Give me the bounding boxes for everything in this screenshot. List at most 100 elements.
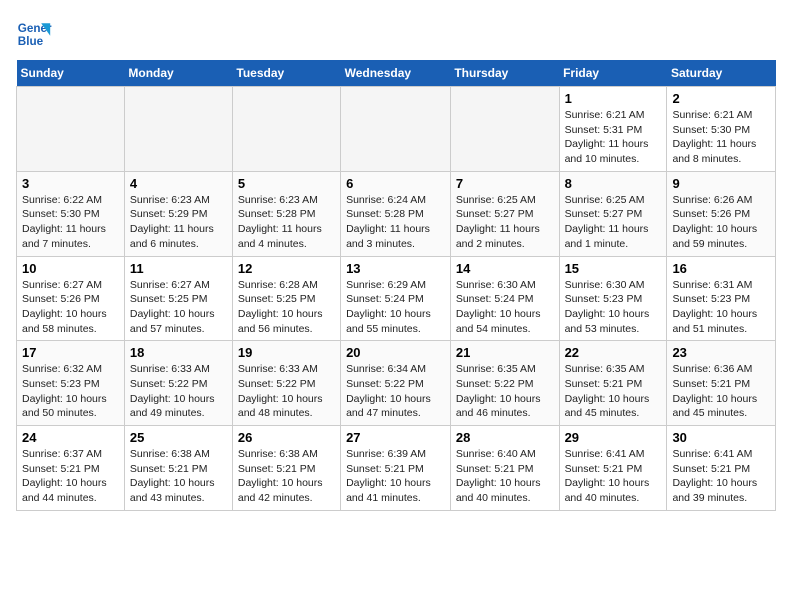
day-number: 24: [22, 430, 119, 445]
calendar-cell: [341, 87, 451, 172]
calendar-cell: [124, 87, 232, 172]
day-number: 17: [22, 345, 119, 360]
calendar-table: SundayMondayTuesdayWednesdayThursdayFrid…: [16, 60, 776, 511]
day-number: 8: [565, 176, 662, 191]
weekday-header: Saturday: [667, 60, 776, 87]
calendar-cell: 18Sunrise: 6:33 AM Sunset: 5:22 PM Dayli…: [124, 341, 232, 426]
calendar-cell: 22 Sunrise: 6:35 AM Sunset: 5:21 PM Dayli…: [559, 341, 667, 426]
day-info: Sunrise: 6:24 AM Sunset: 5:28 PM Dayligh…: [346, 193, 445, 252]
calendar-cell: 24 Sunrise: 6:37 AM Sunset: 5:21 PM Dayli…: [17, 426, 125, 511]
weekday-header-row: SundayMondayTuesdayWednesdayThursdayFrid…: [17, 60, 776, 87]
calendar-cell: 19 Sunrise: 6:33 AM Sunset: 5:22 PM Dayli…: [232, 341, 340, 426]
day-number: 4: [130, 176, 227, 191]
day-info: Sunrise: 6:39 AM Sunset: 5:21 PM Dayligh…: [346, 447, 445, 506]
day-number: 27: [346, 430, 445, 445]
day-number: 11: [130, 261, 227, 276]
calendar-cell: 12Sunrise: 6:28 AM Sunset: 5:25 PM Dayli…: [232, 256, 340, 341]
day-number: 9: [672, 176, 770, 191]
logo-icon: General Blue: [16, 16, 52, 52]
day-number: 16: [672, 261, 770, 276]
day-number: 10: [22, 261, 119, 276]
day-info: Sunrise: 6:33 AM Sunset: 5:22 PM Dayligh…: [238, 362, 335, 421]
calendar-week-row: 3 Sunrise: 6:22 AM Sunset: 5:30 PM Daylig…: [17, 171, 776, 256]
day-info: Sunrise: 6:35 AM Sunset: 5:22 PM Dayligh…: [456, 362, 554, 421]
day-info: Sunrise: 6:36 AM Sunset: 5:21 PM Dayligh…: [672, 362, 770, 421]
calendar-cell: 15Sunrise: 6:30 AM Sunset: 5:23 PM Dayli…: [559, 256, 667, 341]
day-info: Sunrise: 6:35 AM Sunset: 5:21 PM Dayligh…: [565, 362, 662, 421]
page-header: General Blue: [16, 16, 776, 52]
calendar-cell: 8 Sunrise: 6:25 AM Sunset: 5:27 PM Daylig…: [559, 171, 667, 256]
day-info: Sunrise: 6:27 AM Sunset: 5:25 PM Dayligh…: [130, 278, 227, 337]
logo: General Blue: [16, 16, 52, 52]
day-info: Sunrise: 6:21 AM Sunset: 5:30 PM Dayligh…: [672, 108, 770, 167]
calendar-cell: 2 Sunrise: 6:21 AM Sunset: 5:30 PM Daylig…: [667, 87, 776, 172]
day-info: Sunrise: 6:23 AM Sunset: 5:29 PM Dayligh…: [130, 193, 227, 252]
calendar-cell: 6 Sunrise: 6:24 AM Sunset: 5:28 PM Daylig…: [341, 171, 451, 256]
day-number: 6: [346, 176, 445, 191]
day-info: Sunrise: 6:38 AM Sunset: 5:21 PM Dayligh…: [238, 447, 335, 506]
calendar-cell: 25 Sunrise: 6:38 AM Sunset: 5:21 PM Dayli…: [124, 426, 232, 511]
day-info: Sunrise: 6:25 AM Sunset: 5:27 PM Dayligh…: [456, 193, 554, 252]
calendar-week-row: 1 Sunrise: 6:21 AM Sunset: 5:31 PM Daylig…: [17, 87, 776, 172]
day-info: Sunrise: 6:31 AM Sunset: 5:23 PM Dayligh…: [672, 278, 770, 337]
day-number: 3: [22, 176, 119, 191]
day-info: Sunrise: 6:21 AM Sunset: 5:31 PM Dayligh…: [565, 108, 662, 167]
calendar-cell: 27 Sunrise: 6:39 AM Sunset: 5:21 PM Dayli…: [341, 426, 451, 511]
day-info: Sunrise: 6:37 AM Sunset: 5:21 PM Dayligh…: [22, 447, 119, 506]
day-number: 1: [565, 91, 662, 106]
calendar-week-row: 10 Sunrise: 6:27 AM Sunset: 5:26 PM Dayli…: [17, 256, 776, 341]
calendar-cell: 29 Sunrise: 6:41 AM Sunset: 5:21 PM Dayli…: [559, 426, 667, 511]
day-info: Sunrise: 6:32 AM Sunset: 5:23 PM Dayligh…: [22, 362, 119, 421]
calendar-cell: 30 Sunrise: 6:41 AM Sunset: 5:21 PM Dayli…: [667, 426, 776, 511]
calendar-cell: 28Sunrise: 6:40 AM Sunset: 5:21 PM Dayli…: [450, 426, 559, 511]
day-info: Sunrise: 6:38 AM Sunset: 5:21 PM Dayligh…: [130, 447, 227, 506]
calendar-cell: 16 Sunrise: 6:31 AM Sunset: 5:23 PM Dayli…: [667, 256, 776, 341]
svg-text:Blue: Blue: [18, 35, 44, 48]
calendar-cell: 1 Sunrise: 6:21 AM Sunset: 5:31 PM Daylig…: [559, 87, 667, 172]
calendar-cell: 5 Sunrise: 6:23 AM Sunset: 5:28 PM Daylig…: [232, 171, 340, 256]
day-number: 19: [238, 345, 335, 360]
weekday-header: Thursday: [450, 60, 559, 87]
calendar-cell: 17 Sunrise: 6:32 AM Sunset: 5:23 PM Dayli…: [17, 341, 125, 426]
day-info: Sunrise: 6:34 AM Sunset: 5:22 PM Dayligh…: [346, 362, 445, 421]
calendar-cell: 23Sunrise: 6:36 AM Sunset: 5:21 PM Dayli…: [667, 341, 776, 426]
calendar-cell: [450, 87, 559, 172]
calendar-cell: 3 Sunrise: 6:22 AM Sunset: 5:30 PM Daylig…: [17, 171, 125, 256]
day-info: Sunrise: 6:30 AM Sunset: 5:23 PM Dayligh…: [565, 278, 662, 337]
day-info: Sunrise: 6:28 AM Sunset: 5:25 PM Dayligh…: [238, 278, 335, 337]
calendar-cell: 11 Sunrise: 6:27 AM Sunset: 5:25 PM Dayli…: [124, 256, 232, 341]
weekday-header: Sunday: [17, 60, 125, 87]
calendar-cell: 9 Sunrise: 6:26 AM Sunset: 5:26 PM Daylig…: [667, 171, 776, 256]
day-number: 30: [672, 430, 770, 445]
day-number: 22: [565, 345, 662, 360]
weekday-header: Monday: [124, 60, 232, 87]
day-info: Sunrise: 6:41 AM Sunset: 5:21 PM Dayligh…: [672, 447, 770, 506]
calendar-cell: 7 Sunrise: 6:25 AM Sunset: 5:27 PM Daylig…: [450, 171, 559, 256]
calendar-week-row: 17 Sunrise: 6:32 AM Sunset: 5:23 PM Dayli…: [17, 341, 776, 426]
day-number: 13: [346, 261, 445, 276]
day-info: Sunrise: 6:30 AM Sunset: 5:24 PM Dayligh…: [456, 278, 554, 337]
day-info: Sunrise: 6:25 AM Sunset: 5:27 PM Dayligh…: [565, 193, 662, 252]
calendar-week-row: 24 Sunrise: 6:37 AM Sunset: 5:21 PM Dayli…: [17, 426, 776, 511]
day-info: Sunrise: 6:41 AM Sunset: 5:21 PM Dayligh…: [565, 447, 662, 506]
day-number: 21: [456, 345, 554, 360]
day-number: 5: [238, 176, 335, 191]
day-number: 7: [456, 176, 554, 191]
calendar-cell: 26 Sunrise: 6:38 AM Sunset: 5:21 PM Dayli…: [232, 426, 340, 511]
day-info: Sunrise: 6:29 AM Sunset: 5:24 PM Dayligh…: [346, 278, 445, 337]
calendar-cell: [17, 87, 125, 172]
day-info: Sunrise: 6:27 AM Sunset: 5:26 PM Dayligh…: [22, 278, 119, 337]
day-number: 14: [456, 261, 554, 276]
weekday-header: Wednesday: [341, 60, 451, 87]
day-info: Sunrise: 6:22 AM Sunset: 5:30 PM Dayligh…: [22, 193, 119, 252]
day-number: 29: [565, 430, 662, 445]
day-number: 25: [130, 430, 227, 445]
day-number: 2: [672, 91, 770, 106]
day-number: 18: [130, 345, 227, 360]
weekday-header: Friday: [559, 60, 667, 87]
day-info: Sunrise: 6:23 AM Sunset: 5:28 PM Dayligh…: [238, 193, 335, 252]
day-number: 26: [238, 430, 335, 445]
day-info: Sunrise: 6:26 AM Sunset: 5:26 PM Dayligh…: [672, 193, 770, 252]
calendar-cell: 20Sunrise: 6:34 AM Sunset: 5:22 PM Dayli…: [341, 341, 451, 426]
weekday-header: Tuesday: [232, 60, 340, 87]
